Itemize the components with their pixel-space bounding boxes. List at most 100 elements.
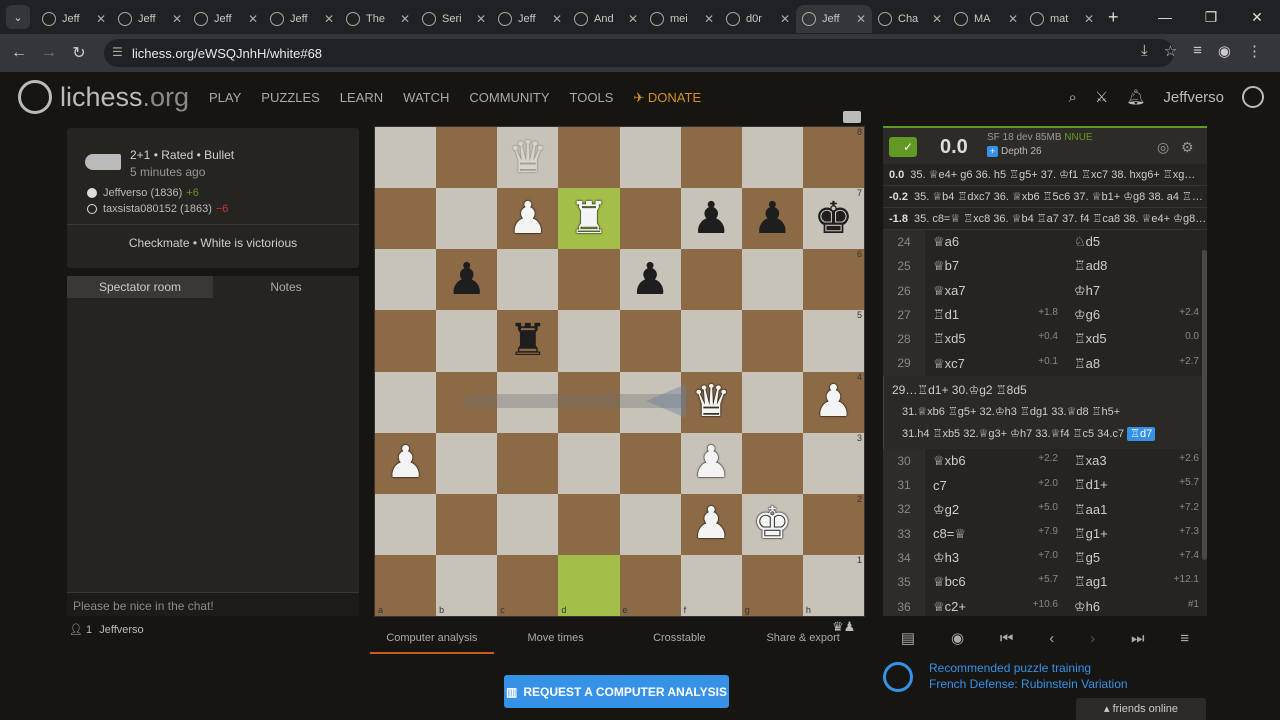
white-move[interactable]: ♕xb6 +2.2	[925, 453, 1066, 469]
profile-icon[interactable]: ◉	[1218, 42, 1231, 60]
square-e7[interactable]	[619, 188, 681, 250]
variation-line[interactable]: 29…♖d1+ 30.♔g2 ♖8d5	[892, 379, 1207, 401]
new-tab-button[interactable]: +	[1108, 7, 1119, 28]
square-a5[interactable]	[375, 310, 437, 372]
square-b3[interactable]	[436, 432, 498, 494]
white-pawn-piece[interactable]: ♟	[691, 502, 730, 546]
nav-learn[interactable]: LEARN	[340, 90, 383, 106]
tab-notes[interactable]: Notes	[213, 276, 359, 298]
install-icon[interactable]: ⤓	[1141, 42, 1148, 60]
white-move[interactable]: c8=♕ +7.9	[925, 526, 1066, 542]
white-queen-piece[interactable]: ♛	[508, 135, 547, 180]
browser-tab[interactable]: Jeff ✕	[188, 5, 264, 33]
white-move[interactable]: ♔h3 +7.0	[925, 550, 1066, 566]
square-g5[interactable]	[741, 310, 803, 372]
browser-tab[interactable]: Jeff ✕	[796, 5, 872, 33]
watcher-name[interactable]: Jeffverso	[99, 624, 143, 636]
tab-close-icon[interactable]: ✕	[1084, 12, 1094, 26]
square-e8[interactable]	[619, 127, 681, 189]
move-list-scrollbar[interactable]	[1202, 250, 1207, 560]
black-move[interactable]: ♖ag1 +12.1	[1066, 574, 1207, 590]
engine-toggle[interactable]: ✓	[889, 137, 917, 157]
dasher-icon[interactable]	[1242, 86, 1264, 108]
nav-watch[interactable]: WATCH	[403, 90, 449, 106]
white-move[interactable]: ♕c2+ +10.6	[925, 599, 1066, 615]
tab-move-times[interactable]: Move times	[494, 632, 618, 654]
menu-kebab-icon[interactable]: ⋮	[1247, 42, 1262, 60]
bookmark-star-icon[interactable]: ☆	[1164, 42, 1177, 60]
pv-line[interactable]: -0.2 35. ♕b4 ♖dxc7 36. ♕xb6 ♖5c6 37. ♕b1+…	[883, 186, 1207, 208]
square-c8[interactable]: ♛	[497, 127, 559, 189]
browser-tab[interactable]: Jeff ✕	[36, 5, 112, 33]
square-d2[interactable]	[558, 493, 620, 555]
white-move[interactable]: ♔g2 +5.0	[925, 502, 1066, 518]
tab-close-icon[interactable]: ✕	[1008, 12, 1018, 26]
back-button[interactable]: ←	[4, 44, 34, 62]
square-e6[interactable]: ♟	[619, 249, 681, 311]
tab-computer-analysis[interactable]: Computer analysis	[370, 632, 494, 654]
pv-line[interactable]: 0.0 35. ♕e4+ g6 36. h5 ♖g5+ 37. ♔f1 ♖xc7 …	[883, 164, 1207, 186]
next-move-button[interactable]: ›	[1090, 630, 1095, 647]
square-c2[interactable]	[497, 493, 559, 555]
square-g3[interactable]	[741, 432, 803, 494]
square-d8[interactable]	[558, 127, 620, 189]
minimize-button[interactable]: —	[1142, 9, 1188, 25]
nav-play[interactable]: PLAY	[209, 90, 241, 106]
square-c3[interactable]	[497, 432, 559, 494]
nav-tools[interactable]: TOOLS	[570, 90, 614, 106]
tab-close-icon[interactable]: ✕	[856, 12, 866, 26]
challenge-icon[interactable]: ⚔	[1095, 88, 1108, 106]
reading-list-icon[interactable]: ≡	[1193, 42, 1202, 60]
square-h4[interactable]: ♟ 4	[802, 371, 864, 433]
pv-line[interactable]: -1.8 35. c8=♕ ♖xc8 36. ♕b4 ♖a7 37. f4 ♖ca…	[883, 208, 1207, 230]
square-g8[interactable]	[741, 127, 803, 189]
black-move[interactable]: ♔g6 +2.4	[1066, 307, 1207, 323]
nav-donate[interactable]: ✈ DONATE	[633, 90, 701, 106]
site-info-icon[interactable]: ☰	[112, 45, 126, 59]
menu-icon[interactable]: ≡	[1180, 630, 1189, 647]
notification-bell-icon[interactable]: 🔔︎	[1126, 88, 1145, 106]
square-f6[interactable]	[680, 249, 742, 311]
nav-puzzles[interactable]: PUZZLES	[261, 90, 320, 106]
black-pawn-piece[interactable]: ♟	[753, 196, 792, 241]
square-c6[interactable]	[497, 249, 559, 311]
square-h1[interactable]: 1h	[802, 554, 864, 616]
square-f8[interactable]	[680, 127, 742, 189]
square-g6[interactable]	[741, 249, 803, 311]
browser-tab[interactable]: Jeff ✕	[492, 5, 568, 33]
tab-close-icon[interactable]: ✕	[476, 12, 486, 26]
square-h8[interactable]: 8	[802, 127, 864, 189]
black-pawn-piece[interactable]: ♟	[447, 257, 486, 302]
tab-close-icon[interactable]: ✕	[780, 12, 790, 26]
black-king-piece[interactable]: ♚	[814, 196, 853, 241]
browser-tab[interactable]: Jeff ✕	[264, 5, 340, 33]
flip-board-icon[interactable]	[843, 111, 861, 123]
square-c1[interactable]: c	[497, 554, 559, 616]
square-d6[interactable]	[558, 249, 620, 311]
white-pawn-piece[interactable]: ♟	[386, 441, 425, 485]
browser-tab[interactable]: The ✕	[340, 5, 416, 33]
target-icon[interactable]: ◎	[1157, 139, 1169, 156]
square-a7[interactable]	[375, 188, 437, 250]
tab-close-icon[interactable]: ✕	[248, 12, 258, 26]
practice-icon[interactable]: ◉	[951, 629, 964, 647]
square-a3[interactable]: ♟	[375, 432, 437, 494]
black-pawn-piece[interactable]: ♟	[691, 196, 730, 241]
square-f2[interactable]: ♟	[680, 493, 742, 555]
variation-line[interactable]: 31.♕xb6 ♖g5+ 32.♔h3 ♖dg1 33.♕d8 ♖h5+	[892, 401, 1207, 423]
first-move-button[interactable]: ⏮	[1000, 630, 1014, 647]
black-move[interactable]: ♔h7	[1066, 283, 1207, 299]
white-move[interactable]: ♕xa7	[925, 283, 1066, 299]
black-move[interactable]: ♔h6 #1	[1066, 599, 1207, 615]
browser-tab[interactable]: And ✕	[568, 5, 644, 33]
square-g4[interactable]	[741, 371, 803, 433]
black-rook-piece[interactable]: ♜	[508, 318, 547, 363]
black-move[interactable]: ♖aa1 +7.2	[1066, 502, 1207, 518]
square-e2[interactable]	[619, 493, 681, 555]
square-g2[interactable]: ♚	[741, 493, 803, 555]
square-d7[interactable]: ♜	[558, 188, 620, 250]
black-move[interactable]: ♖xa3 +2.6	[1066, 453, 1207, 469]
tab-close-icon[interactable]: ✕	[324, 12, 334, 26]
square-d5[interactable]	[558, 310, 620, 372]
browser-tab[interactable]: MA ✕	[948, 5, 1024, 33]
